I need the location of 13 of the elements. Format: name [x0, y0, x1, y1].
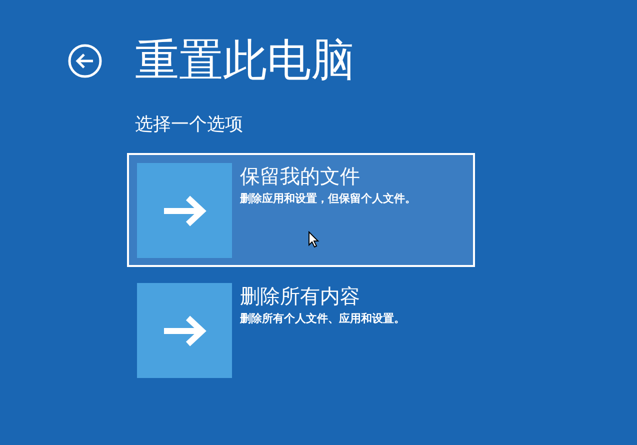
option-item[interactable]: 删除所有内容 删除所有个人文件、应用和设置。	[127, 273, 475, 387]
option-description: 删除应用和设置，但保留个人文件。	[240, 191, 416, 207]
option-item[interactable]: 保留我的文件 删除应用和设置，但保留个人文件。	[127, 153, 475, 267]
option-title: 保留我的文件	[240, 163, 361, 189]
page-title: 重置此电脑	[135, 34, 355, 88]
arrow-icon	[162, 194, 208, 226]
option-title: 删除所有内容	[240, 283, 361, 309]
arrow-icon	[162, 314, 208, 346]
mouse-cursor-icon	[308, 231, 320, 248]
back-icon	[68, 44, 102, 78]
option-description: 删除所有个人文件、应用和设置。	[240, 311, 405, 327]
back-button[interactable]	[67, 43, 103, 79]
subtitle: 选择一个选项	[135, 113, 244, 137]
